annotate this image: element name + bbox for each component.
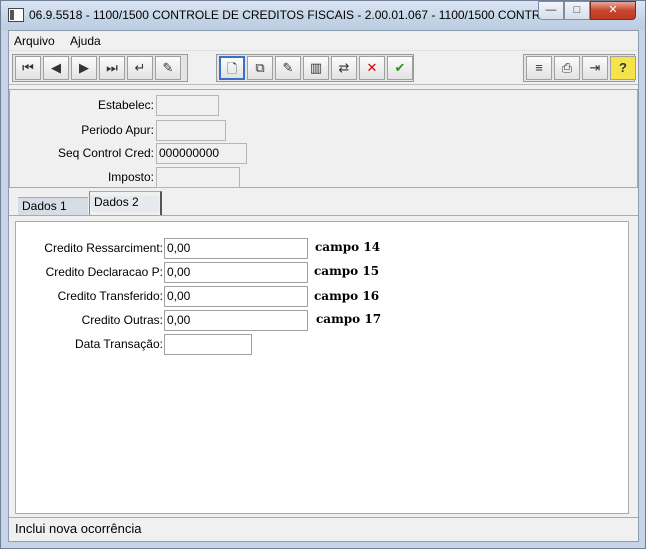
campo-15-label: campo 15 (314, 264, 380, 278)
periodo-field[interactable] (156, 120, 226, 141)
edit-group: 🗋 ⧉ ✎ ▥ ⇄ ✕ ✔ (216, 54, 414, 82)
declaracao-input[interactable]: 0,00 (164, 262, 308, 283)
toolbar: ⏮ ◀ ▶ ⏭ ↵ ✎ 🗋 ⧉ ✎ ▥ ⇄ ✕ ✔ ≡ ⎙ ⇥ ? (9, 51, 638, 85)
utility-group: ≡ ⎙ ⇥ ? (523, 54, 636, 82)
imposto-label: Imposto: (107, 170, 154, 184)
declaracao-label: Credito Declaracao P: (45, 265, 163, 279)
outras-input[interactable]: 0,00 (164, 310, 308, 331)
menu-arquivo[interactable]: Arquivo (14, 34, 55, 48)
tab-dados-1[interactable]: Dados 1 (18, 197, 88, 215)
estabelec-field[interactable] (156, 95, 219, 116)
header-panel: Estabelec: Periodo Apur: Seq Control Cre… (9, 89, 638, 188)
campo-17-label: campo 17 (316, 312, 382, 326)
window-title: 06.9.5518 - 1100/1500 CONTROLE DE CREDIT… (29, 8, 567, 22)
tab-dados-2[interactable]: Dados 2 (89, 191, 162, 216)
estabelec-label: Estabelec: (97, 98, 154, 112)
print-icon[interactable]: ⎙ (554, 56, 580, 80)
transferido-label: Credito Transferido: (57, 289, 163, 303)
first-record-icon[interactable]: ⏮ (15, 56, 41, 80)
delete-icon[interactable]: ✕ (359, 56, 385, 80)
goto-icon[interactable]: ↵ (127, 56, 153, 80)
help-icon[interactable]: ? (610, 56, 636, 80)
application-window: 06.9.5518 - 1100/1500 CONTROLE DE CREDIT… (0, 0, 646, 549)
transferido-input[interactable]: 0,00 (164, 286, 308, 307)
menu-ajuda[interactable]: Ajuda (70, 34, 101, 48)
campo-14-label: campo 14 (315, 240, 381, 254)
menu-bar: Arquivo Ajuda (9, 31, 638, 51)
next-record-icon[interactable]: ▶ (71, 56, 97, 80)
close-button[interactable]: ✕ (590, 1, 636, 20)
tab-content: Credito Ressarciment: 0,00 campo 14 Cred… (15, 221, 629, 514)
data-transacao-label: Data Transação: (74, 337, 163, 351)
trash-icon[interactable]: ▥ (303, 56, 329, 80)
imposto-field[interactable] (156, 167, 240, 188)
new-record-icon[interactable]: 🗋 (219, 56, 245, 80)
seq-field[interactable]: 000000000 (156, 143, 247, 164)
periodo-label: Periodo Apur: (81, 123, 154, 137)
status-bar: Inclui nova ocorrência (9, 517, 638, 541)
campo-16-label: campo 16 (314, 289, 380, 303)
edit-record-icon[interactable]: ✎ (275, 56, 301, 80)
tab-dados-2-label: Dados 2 (94, 195, 139, 209)
navigation-group: ⏮ ◀ ▶ ⏭ ↵ ✎ (12, 54, 188, 82)
last-record-icon[interactable]: ⏭ (99, 56, 125, 80)
exit-icon[interactable]: ⇥ (582, 56, 608, 80)
confirm-icon[interactable]: ✔ (387, 56, 413, 80)
maximize-button[interactable]: □ (564, 1, 590, 20)
app-icon (8, 8, 24, 22)
client-area: Arquivo Ajuda ⏮ ◀ ▶ ⏭ ↵ ✎ 🗋 ⧉ ✎ ▥ ⇄ ✕ ✔ (8, 30, 639, 542)
copy-record-icon[interactable]: ⧉ (247, 56, 273, 80)
title-bar[interactable]: 06.9.5518 - 1100/1500 CONTROLE DE CREDIT… (1, 1, 645, 30)
tree-icon[interactable]: ≡ (526, 56, 552, 80)
outras-label: Credito Outras: (81, 313, 163, 327)
ressarcimento-label: Credito Ressarciment: (44, 241, 163, 255)
tab-panel: Credito Ressarciment: 0,00 campo 14 Cred… (9, 215, 638, 516)
seq-label: Seq Control Cred: (57, 146, 154, 160)
undo-icon[interactable]: ⇄ (331, 56, 357, 80)
minimize-button[interactable]: — (538, 1, 564, 20)
data-transacao-input[interactable] (164, 334, 252, 355)
search-icon[interactable]: ✎ (155, 56, 181, 80)
ressarcimento-input[interactable]: 0,00 (164, 238, 308, 259)
previous-record-icon[interactable]: ◀ (43, 56, 69, 80)
